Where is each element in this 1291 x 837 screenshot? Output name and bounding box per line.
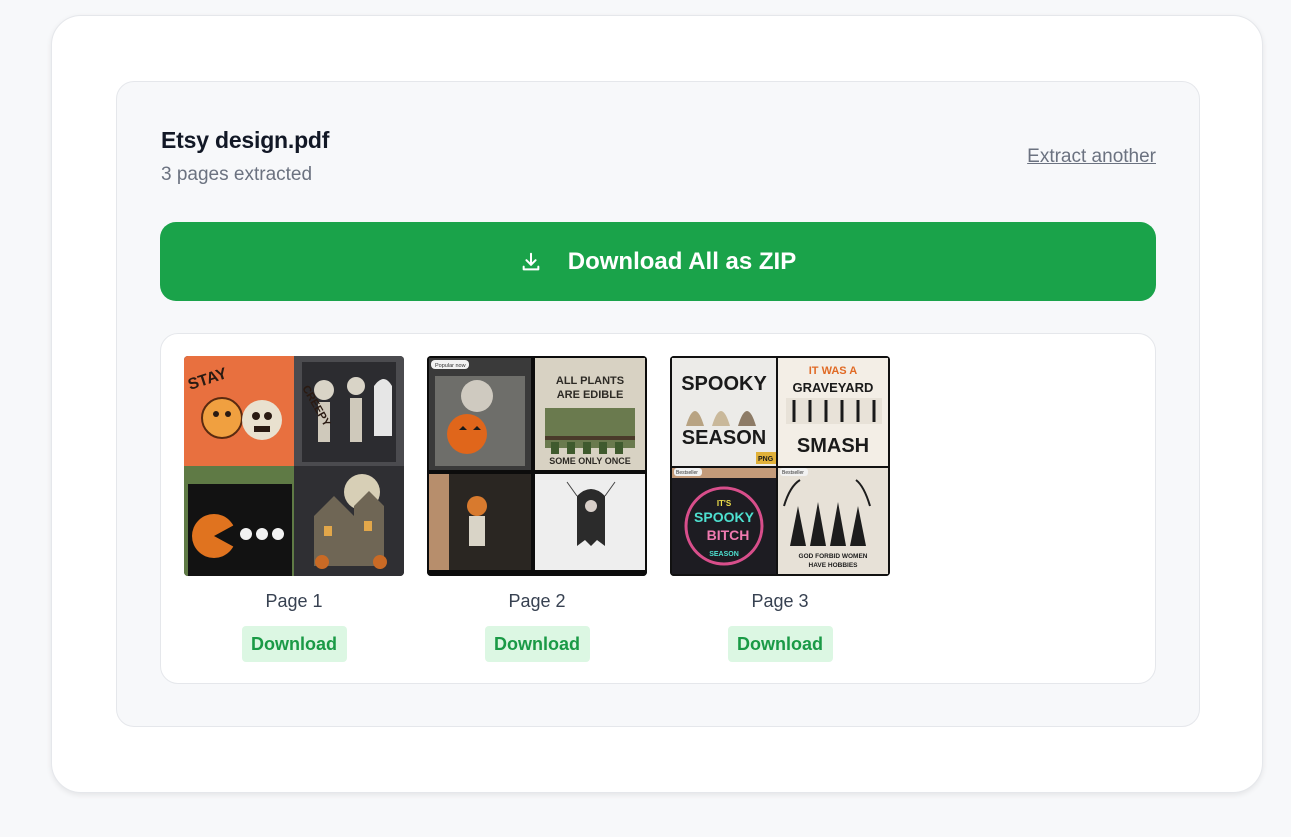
download-page-2-button[interactable]: Download	[484, 626, 590, 662]
extract-result-card: Etsy design.pdf 3 pages extracted Extrac…	[51, 15, 1263, 793]
page-card-2: Popular now ALL PLANTS ARE EDIBLE SOME O…	[427, 356, 647, 662]
thumb-3-bl-line4: SEASON	[709, 551, 739, 558]
page-label-1: Page 1	[265, 591, 323, 611]
thumb-2-badge: Popular now	[435, 363, 466, 369]
download-page-1-button[interactable]: Download	[241, 626, 347, 662]
result-panel: Etsy design.pdf 3 pages extracted Extrac…	[116, 81, 1200, 727]
page-card-1: STAY CREEPY Page 1 Download	[184, 356, 404, 662]
page-thumbnail-2[interactable]: Popular now ALL PLANTS ARE EDIBLE SOME O…	[427, 356, 647, 576]
thumb-3-tr-line1: IT WAS A	[809, 365, 858, 377]
page-thumbnail-3[interactable]: SPOOKY SEASON PNG IT WAS A GRAVEYARD SMA…	[670, 356, 890, 576]
thumb-2-line2: ARE EDIBLE	[557, 389, 624, 401]
file-name: Etsy design.pdf	[161, 127, 330, 153]
thumb-3-png: PNG	[758, 456, 774, 463]
pages-grid: STAY CREEPY Page 1 Download Popular now …	[160, 333, 1156, 684]
thumb-3-bl-line2: SPOOKY	[694, 509, 755, 525]
pages-extracted-count: 3 pages extracted	[161, 164, 313, 185]
thumb-3-bl-line3: BITCH	[707, 527, 750, 543]
thumb-3-tl-line2: SEASON	[682, 427, 766, 449]
thumb-2-line1: ALL PLANTS	[556, 375, 624, 387]
extract-another-link[interactable]: Extract another	[1027, 146, 1156, 168]
thumb-3-bl-badge: Bestseller	[676, 470, 698, 476]
thumb-3-bl-line1: IT'S	[717, 499, 732, 508]
thumb-3-br-line2: HAVE HOBBIES	[809, 562, 859, 569]
thumb-3-tl-line1: SPOOKY	[681, 373, 767, 395]
thumb-3-tr-line2: GRAVEYARD	[793, 380, 874, 395]
thumb-3-br-line1: GOD FORBID WOMEN	[799, 553, 868, 560]
thumb-3-tr-line3: SMASH	[797, 435, 869, 457]
download-all-zip-button[interactable]: Download All as ZIP	[160, 222, 1156, 301]
download-page-3-button[interactable]: Download	[727, 626, 833, 662]
thumb-2-line3: SOME ONLY ONCE	[549, 456, 631, 466]
download-icon	[520, 251, 542, 273]
page-label-3: Page 3	[751, 591, 809, 611]
download-all-zip-label: Download All as ZIP	[567, 247, 797, 275]
thumb-3-br-badge: Bestseller	[782, 470, 804, 476]
page-card-3: SPOOKY SEASON PNG IT WAS A GRAVEYARD SMA…	[670, 356, 890, 662]
page-thumbnail-1[interactable]: STAY CREEPY	[184, 356, 404, 576]
page-label-2: Page 2	[508, 591, 566, 611]
